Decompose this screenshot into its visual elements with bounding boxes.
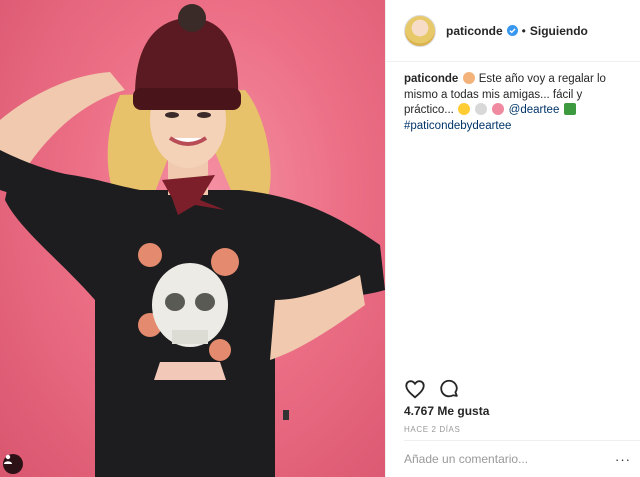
post-timestamp[interactable]: HACE 2 DÍAS [404,425,460,434]
mention-link[interactable]: @deartee [509,104,560,116]
heart-icon[interactable] [404,378,426,400]
post-actions [404,378,460,400]
user-tag-icon[interactable] [3,454,23,474]
flower-emoji-icon [492,103,505,115]
caption-username[interactable]: paticonde [404,73,458,85]
santa-emoji-icon [462,72,475,84]
user-tag-glyph [4,454,12,464]
comment-icon[interactable] [438,378,460,400]
comment-bar: ··· [404,440,640,477]
following-button[interactable]: Siguiendo [530,24,588,38]
header-separator: • [521,23,526,38]
post-header: paticonde • Siguiendo [386,0,640,62]
verified-badge-icon [506,25,518,36]
hashtag-link[interactable]: #paticondebydeartee [404,120,511,132]
smiling-face-emoji-icon [458,103,471,115]
more-options-icon[interactable]: ··· [615,452,631,467]
heart-glyph [405,380,425,399]
skull-emoji-icon [475,103,488,115]
post-photo[interactable] [0,0,385,477]
post-caption: paticonde Este año voy a regalar lo mism… [404,72,626,134]
post-side-panel: paticonde • Siguiendo paticonde Este año… [385,0,640,477]
avatar[interactable] [404,14,436,47]
comment-input[interactable] [404,452,599,466]
christmas-tree-emoji-icon [563,103,576,115]
header-username[interactable]: paticonde [446,24,503,38]
comment-glyph [440,379,458,398]
likes-count[interactable]: 4.767 Me gusta [404,404,489,418]
post-photo-illustration [0,4,385,477]
